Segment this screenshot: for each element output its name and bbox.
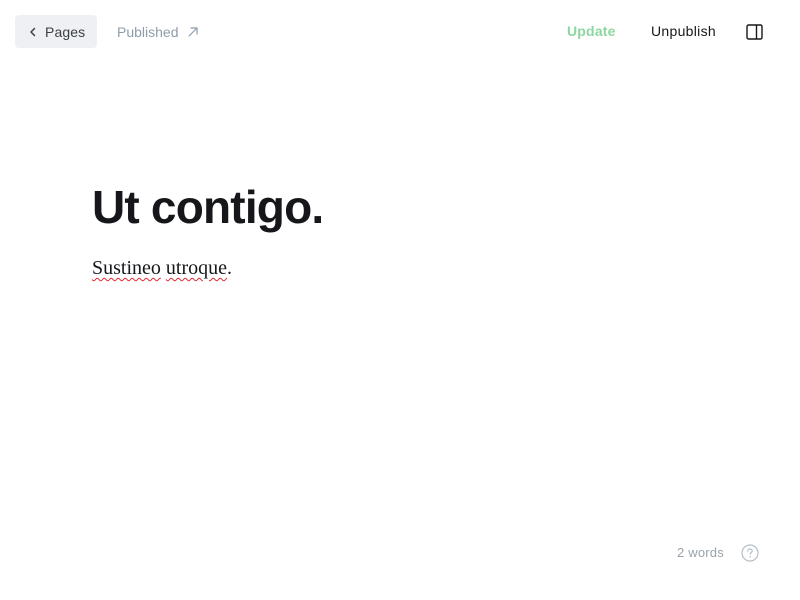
external-link-arrow-icon (187, 27, 198, 37)
body-end: . (227, 257, 232, 279)
post-body[interactable]: Sustineo utroque. (92, 254, 712, 282)
back-button-label: Pages (45, 23, 86, 40)
sidebar-toggle-icon[interactable] (746, 24, 763, 40)
post-title[interactable]: Ut contigo. (92, 176, 712, 238)
published-status-label: Published (117, 24, 179, 40)
editor-header: Pages Published Update Unpublish (0, 0, 800, 64)
chevron-left-icon (30, 27, 36, 36)
unpublish-button[interactable]: Unpublish (651, 23, 716, 39)
back-to-pages-button[interactable]: Pages (15, 15, 97, 48)
post-editor[interactable]: Ut contigo. Sustineo utroque. (92, 176, 712, 282)
update-button[interactable]: Update (567, 23, 616, 39)
spellcheck-word: Sustineo (92, 257, 161, 279)
word-count: 2 words (677, 545, 724, 560)
published-status-link[interactable]: Published (117, 23, 199, 41)
question-circle-icon[interactable] (741, 544, 759, 562)
spellcheck-word: utroque (165, 257, 227, 279)
